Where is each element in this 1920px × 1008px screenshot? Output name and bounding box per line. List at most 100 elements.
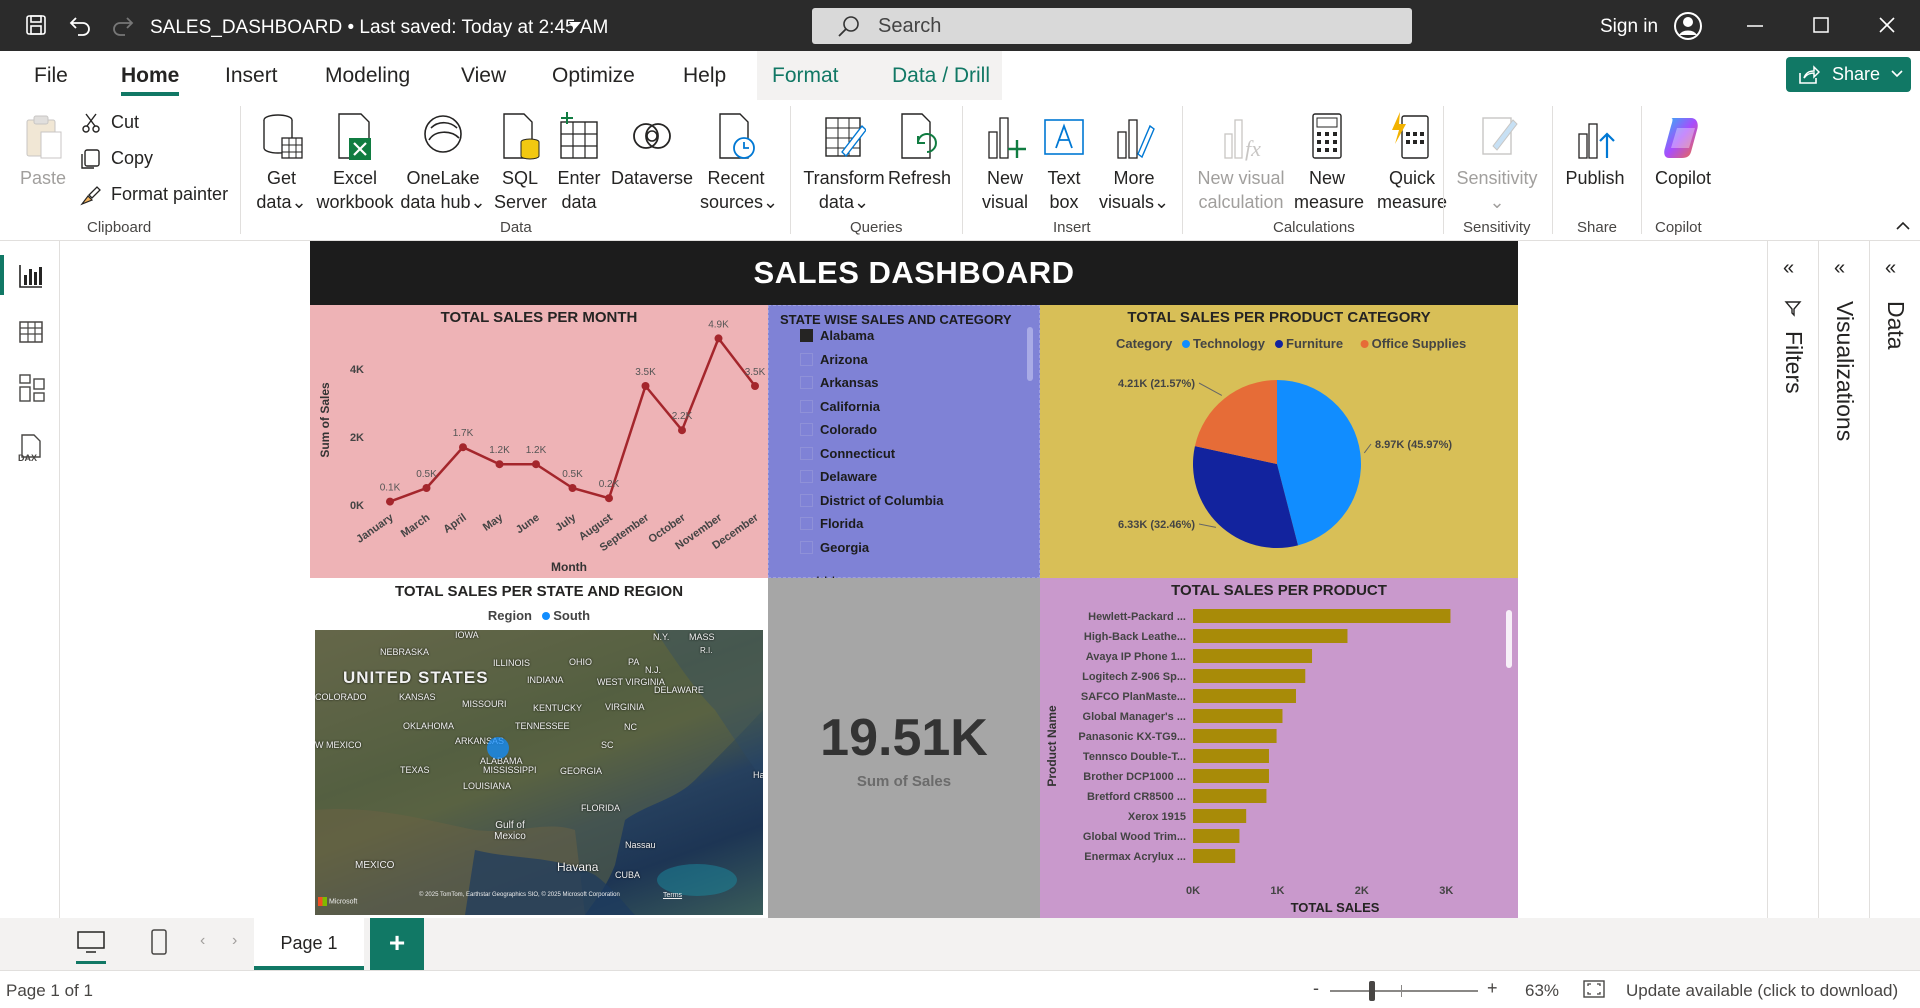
expand-data-icon[interactable]: « — [1885, 257, 1896, 280]
dataverse-button[interactable]: Dataverse — [610, 112, 694, 190]
tab-view[interactable]: View — [461, 64, 506, 88]
more-visuals-button[interactable]: More visuals⌄ — [1098, 112, 1170, 214]
search-input[interactable]: Search — [812, 8, 1412, 44]
recent-sources-button[interactable]: Recent sources⌄ — [700, 112, 778, 214]
expand-filters-icon[interactable]: « — [1783, 257, 1794, 280]
copy-button[interactable]: Copy — [78, 148, 153, 170]
refresh-button[interactable]: Refresh — [888, 112, 951, 190]
bar-chart-scrollbar[interactable] — [1506, 610, 1512, 668]
zoom-in-button[interactable]: + — [1487, 978, 1498, 999]
dax-query-view-icon[interactable]: DAX — [16, 433, 46, 468]
mobile-layout-icon[interactable] — [150, 928, 168, 961]
map-panel[interactable]: TOTAL SALES PER STATE AND REGION Region … — [310, 578, 768, 918]
checkbox-icon[interactable] — [800, 352, 813, 366]
table-view-icon[interactable] — [18, 319, 44, 350]
cut-button[interactable]: Cut — [80, 112, 139, 134]
excel-workbook-button[interactable]: Excel workbook — [314, 112, 396, 214]
tab-insert[interactable]: Insert — [225, 64, 278, 88]
transform-data-button[interactable]: Transform data⌄ — [800, 112, 888, 214]
map-terms-link[interactable]: Terms — [663, 892, 682, 899]
bar-chart-panel[interactable]: TOTAL SALES PER PRODUCT Hewlett-Packard .… — [1040, 578, 1518, 918]
next-page-icon[interactable]: › — [232, 932, 237, 950]
checkbox-icon[interactable] — [800, 446, 813, 460]
new-visual-button[interactable]: New visual — [978, 112, 1032, 214]
new-visual-calculation-button[interactable]: fx New visual calculation — [1196, 112, 1286, 214]
zoom-slider-track[interactable] — [1330, 990, 1478, 992]
sign-in-link[interactable]: Sign in — [1600, 16, 1658, 38]
collapse-ribbon-icon[interactable] — [1896, 218, 1910, 236]
slicer-scrollbar[interactable] — [1027, 327, 1033, 381]
add-page-button[interactable]: + — [370, 918, 424, 970]
checkbox-icon[interactable] — [800, 493, 813, 507]
zoom-level[interactable]: 63% — [1525, 981, 1559, 1001]
enter-data-button[interactable]: Enter data — [554, 112, 604, 214]
quick-measure-button[interactable]: Quick measure — [1364, 112, 1460, 214]
more-visuals-label-line1: More — [1113, 168, 1155, 188]
slicer-item[interactable]: Connecticut — [800, 446, 895, 466]
redo-icon[interactable] — [110, 12, 136, 38]
text-box-button[interactable]: Text box — [1038, 112, 1090, 214]
tab-format[interactable]: Format — [772, 64, 839, 88]
zoom-slider-thumb[interactable] — [1369, 981, 1375, 1001]
satellite-map[interactable]: NEBRASKA IOWA N.Y. MASS R.I. ILLINOIS OHIO PA N.… — [315, 630, 763, 915]
slicer-item[interactable]: District of Columbia — [800, 493, 944, 513]
data-label: 0.2K — [599, 479, 620, 490]
zoom-out-button[interactable]: - — [1313, 978, 1319, 999]
filters-pane-collapsed[interactable]: « Filters — [1767, 241, 1818, 918]
line-chart-panel[interactable]: TOTAL SALES PER MONTH 0K 2K 4K Sum of Sales 0… — [310, 305, 768, 578]
tab-data-drill[interactable]: Data / Drill — [892, 64, 990, 88]
slicer-item[interactable]: Colorado — [800, 422, 877, 442]
update-available-link[interactable]: Update available (click to download) — [1626, 981, 1898, 1001]
maximize-icon[interactable] — [1808, 12, 1834, 38]
alabama-bubble[interactable] — [487, 737, 509, 759]
tab-home[interactable]: Home — [121, 64, 180, 96]
x-axis-label: Month — [551, 560, 587, 574]
publish-button[interactable]: Publish — [1562, 112, 1628, 190]
share-button[interactable]: Share — [1786, 57, 1911, 92]
tab-optimize[interactable]: Optimize — [552, 64, 635, 88]
slicer-item[interactable]: California — [800, 399, 880, 419]
page-tab[interactable]: Page 1 — [254, 918, 364, 970]
kpi-card[interactable]: 19.51K Sum of Sales — [768, 578, 1040, 918]
new-measure-button[interactable]: New measure — [1294, 112, 1364, 214]
checkbox-icon[interactable] — [800, 470, 813, 483]
visualizations-pane-collapsed[interactable]: « Visualizations — [1818, 241, 1869, 918]
prev-page-icon[interactable]: ‹ — [200, 932, 205, 950]
checkbox-icon[interactable] — [800, 399, 813, 413]
checkbox-icon[interactable] — [800, 517, 813, 530]
fit-to-page-icon[interactable] — [1582, 979, 1606, 1004]
paste-button[interactable]: Paste — [18, 112, 68, 190]
tab-file[interactable]: File — [34, 64, 68, 88]
slicer-item[interactable]: Arkansas — [800, 375, 879, 395]
sensitivity-button[interactable]: Sensitivity ⌄ — [1454, 112, 1540, 214]
checkbox-icon[interactable] — [800, 376, 813, 389]
slicer-item[interactable]: Alabama — [800, 328, 874, 348]
slicer-item[interactable]: Florida — [800, 516, 863, 536]
checkbox-icon[interactable] — [800, 540, 813, 554]
minimize-icon[interactable] — [1742, 12, 1768, 38]
expand-visualizations-icon[interactable]: « — [1834, 257, 1845, 280]
desktop-layout-icon[interactable] — [76, 930, 106, 959]
chevron-down-icon[interactable] — [562, 13, 588, 39]
format-painter-button[interactable]: Format painter — [78, 184, 228, 206]
save-icon[interactable] — [23, 12, 49, 38]
undo-icon[interactable] — [67, 12, 93, 38]
checkbox-icon[interactable] — [800, 423, 813, 436]
state-slicer-panel[interactable]: STATE WISE SALES AND CATEGORY Alabama Ari… — [768, 305, 1040, 578]
report-view-icon[interactable] — [18, 263, 44, 294]
onelake-data-hub-button[interactable]: OneLake data hub⌄ — [400, 112, 486, 214]
account-icon[interactable] — [1672, 10, 1704, 42]
model-view-icon[interactable] — [18, 373, 46, 408]
slicer-item[interactable]: Arizona — [800, 352, 868, 372]
close-icon[interactable] — [1874, 12, 1900, 38]
data-pane-collapsed[interactable]: « Data — [1869, 241, 1920, 918]
checkbox-icon[interactable] — [800, 329, 813, 342]
get-data-button[interactable]: Get data⌄ — [254, 112, 309, 214]
tab-modeling[interactable]: Modeling — [325, 64, 410, 88]
copilot-button[interactable]: Copilot — [1650, 112, 1716, 190]
sql-server-button[interactable]: SQL Server — [494, 112, 547, 214]
pie-chart-panel[interactable]: TOTAL SALES PER PRODUCT CATEGORY Category… — [1040, 305, 1518, 578]
tab-help[interactable]: Help — [683, 64, 726, 88]
slicer-item[interactable]: Georgia — [800, 540, 869, 560]
slicer-item[interactable]: Delaware — [800, 469, 877, 489]
